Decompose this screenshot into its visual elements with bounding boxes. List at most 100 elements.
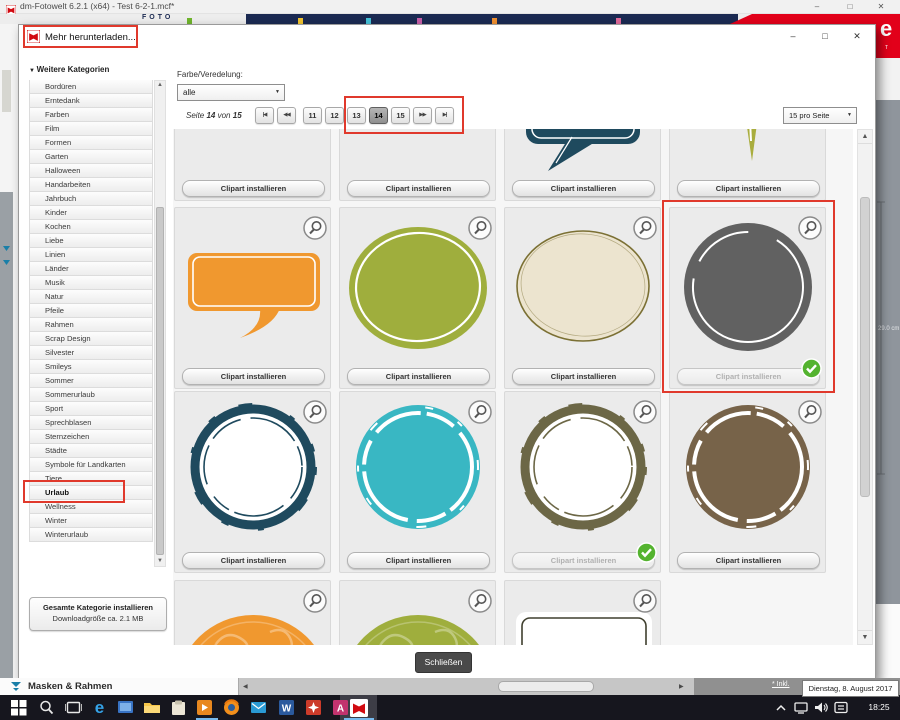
window-minimize-button[interactable]: – [808, 0, 826, 14]
clipart-install-button[interactable]: Clipart installieren [677, 180, 820, 197]
clipart-install-button[interactable]: Clipart installieren [347, 552, 490, 569]
clipart-install-button[interactable]: Clipart installieren [677, 552, 820, 569]
zoom-preview-icon[interactable] [303, 589, 327, 613]
taskbar-dm-fotowelt-icon[interactable] [348, 697, 369, 718]
sidebar-item-länder[interactable]: Länder [29, 262, 153, 276]
sidebar-header[interactable]: ▼ Weitere Kategorien [29, 65, 153, 74]
clipart-install-button[interactable]: Clipart installieren [347, 180, 490, 197]
page-last-button[interactable]: ▶| [435, 107, 454, 124]
sidebar-item-musik[interactable]: Musik [29, 276, 153, 290]
horizontal-scroll-thumb[interactable] [498, 681, 594, 692]
sidebar-item-silvester[interactable]: Silvester [29, 346, 153, 360]
install-category-button[interactable]: Gesamte Kategorie installieren Downloadg… [29, 597, 167, 631]
window-restore-button[interactable]: □ [841, 0, 859, 14]
taskbar-search-icon[interactable] [36, 697, 57, 718]
zoom-preview-icon[interactable] [468, 400, 492, 424]
sidebar-item-sprechblasen[interactable]: Sprechblasen [29, 416, 153, 430]
action-center-icon[interactable] [833, 701, 849, 719]
scroll-right-icon[interactable]: ▶ [679, 683, 684, 690]
grid-scrollbar[interactable]: ▲ ▼ [857, 129, 873, 645]
sidebar-item-smileys[interactable]: Smileys [29, 360, 153, 374]
taskbar-file-explorer-icon[interactable] [141, 697, 162, 718]
grid-scroll-thumb[interactable] [860, 197, 870, 497]
page-11-button[interactable]: 11 [303, 107, 322, 124]
sidebar-item-scrap-design[interactable]: Scrap Design [29, 332, 153, 346]
dialog-close-icon[interactable]: ✕ [849, 29, 865, 45]
sidebar-item-halloween[interactable]: Halloween [29, 164, 153, 178]
sidebar-scroll-up-icon[interactable]: ▲ [155, 82, 165, 88]
taskbar-edge-icon[interactable]: e [89, 697, 110, 718]
sidebar-item-natur[interactable]: Natur [29, 290, 153, 304]
taskbar-photos-icon[interactable] [115, 697, 136, 718]
zoom-preview-icon[interactable] [633, 589, 657, 613]
taskbar-task-view-icon[interactable] [63, 697, 84, 718]
inkl-note[interactable]: * Inkl. [772, 681, 790, 688]
taskbar-firefox-icon[interactable] [221, 697, 242, 718]
page-13-button[interactable]: 13 [347, 107, 366, 124]
taskbar-media-player-icon[interactable] [194, 697, 215, 718]
sidebar-item-tiere[interactable]: Tiere [29, 472, 153, 486]
page-14-button[interactable]: 14 [369, 107, 388, 124]
taskbar-store-icon[interactable] [168, 697, 189, 718]
sidebar-item-liebe[interactable]: Liebe [29, 234, 153, 248]
zoom-preview-icon[interactable] [303, 400, 327, 424]
clipart-install-button[interactable]: Clipart installieren [347, 368, 490, 385]
clipart-install-button[interactable]: Clipart installieren [182, 552, 325, 569]
section-label[interactable]: Masken & Rahmen [28, 681, 112, 692]
sidebar-item-sport[interactable]: Sport [29, 402, 153, 416]
sidebar-item-kochen[interactable]: Kochen [29, 220, 153, 234]
zoom-preview-icon[interactable] [798, 216, 822, 240]
sidebar-item-symbole-für-landkarten[interactable]: Symbole für Landkarten [29, 458, 153, 472]
taskbar-mail-icon[interactable] [248, 697, 269, 718]
clipart-install-button[interactable]: Clipart installieren [182, 368, 325, 385]
sidebar-item-winter[interactable]: Winter [29, 514, 153, 528]
clipart-install-button[interactable]: Clipart installieren [512, 368, 655, 385]
sidebar-item-sommer[interactable]: Sommer [29, 374, 153, 388]
sidebar-item-linien[interactable]: Linien [29, 248, 153, 262]
taskbar-clock[interactable]: 18:25 [858, 695, 900, 720]
sidebar-item-sternzeichen[interactable]: Sternzeichen [29, 430, 153, 444]
zoom-preview-icon[interactable] [468, 589, 492, 613]
sidebar-item-handarbeiten[interactable]: Handarbeiten [29, 178, 153, 192]
zoom-preview-icon[interactable] [633, 400, 657, 424]
zoom-preview-icon[interactable] [303, 216, 327, 240]
taskbar-start-icon[interactable] [8, 697, 29, 718]
tray-chevron-icon[interactable] [774, 701, 788, 719]
clipart-install-button[interactable]: Clipart installieren [182, 180, 325, 197]
scroll-left-icon[interactable]: ◀ [243, 683, 248, 690]
sidebar-item-farben[interactable]: Farben [29, 108, 153, 122]
window-close-button[interactable]: ✕ [872, 0, 890, 14]
clipart-install-button[interactable]: Clipart installieren [512, 180, 655, 197]
sidebar-item-sommerurlaub[interactable]: Sommerurlaub [29, 388, 153, 402]
grid-scroll-up-icon[interactable]: ▲ [858, 130, 872, 144]
speaker-icon[interactable] [813, 701, 829, 719]
page-first-button[interactable]: |◀ [255, 107, 274, 124]
sidebar-scroll-down-icon[interactable]: ▼ [155, 558, 165, 564]
page-15-button[interactable]: 15 [391, 107, 410, 124]
taskbar-word-icon[interactable]: W [276, 697, 297, 718]
sidebar-scroll-thumb[interactable] [156, 207, 164, 555]
sidebar-item-urlaub[interactable]: Urlaub [29, 486, 153, 500]
per-page-select[interactable]: 15 pro Seite▼ [783, 107, 857, 124]
taskbar-publisher-icon[interactable] [303, 697, 324, 718]
sidebar-item-formen[interactable]: Formen [29, 136, 153, 150]
sidebar-scrollbar[interactable]: ▲ ▼ [154, 80, 166, 567]
sidebar-item-film[interactable]: Film [29, 122, 153, 136]
sidebar-item-bordüren[interactable]: Bordüren [29, 80, 153, 94]
filter-select[interactable]: alle▼ [177, 84, 285, 101]
zoom-preview-icon[interactable] [798, 400, 822, 424]
dialog-close-button[interactable]: Schließen [415, 652, 472, 673]
page-next-button[interactable]: ▶▶ [413, 107, 432, 124]
network-icon[interactable] [793, 701, 809, 719]
clipart-install-button[interactable]: Clipart installieren [512, 552, 655, 569]
grid-scroll-down-icon[interactable]: ▼ [858, 630, 872, 644]
sidebar-item-kinder[interactable]: Kinder [29, 206, 153, 220]
page-12-button[interactable]: 12 [325, 107, 344, 124]
sidebar-item-städte[interactable]: Städte [29, 444, 153, 458]
sidebar-item-rahmen[interactable]: Rahmen [29, 318, 153, 332]
clipart-install-button[interactable]: Clipart installieren [677, 368, 820, 385]
horizontal-scrollbar[interactable]: ◀ ▶ [238, 678, 694, 695]
sidebar-item-wellness[interactable]: Wellness [29, 500, 153, 514]
zoom-preview-icon[interactable] [468, 216, 492, 240]
dialog-minimize-button[interactable]: – [785, 29, 801, 45]
